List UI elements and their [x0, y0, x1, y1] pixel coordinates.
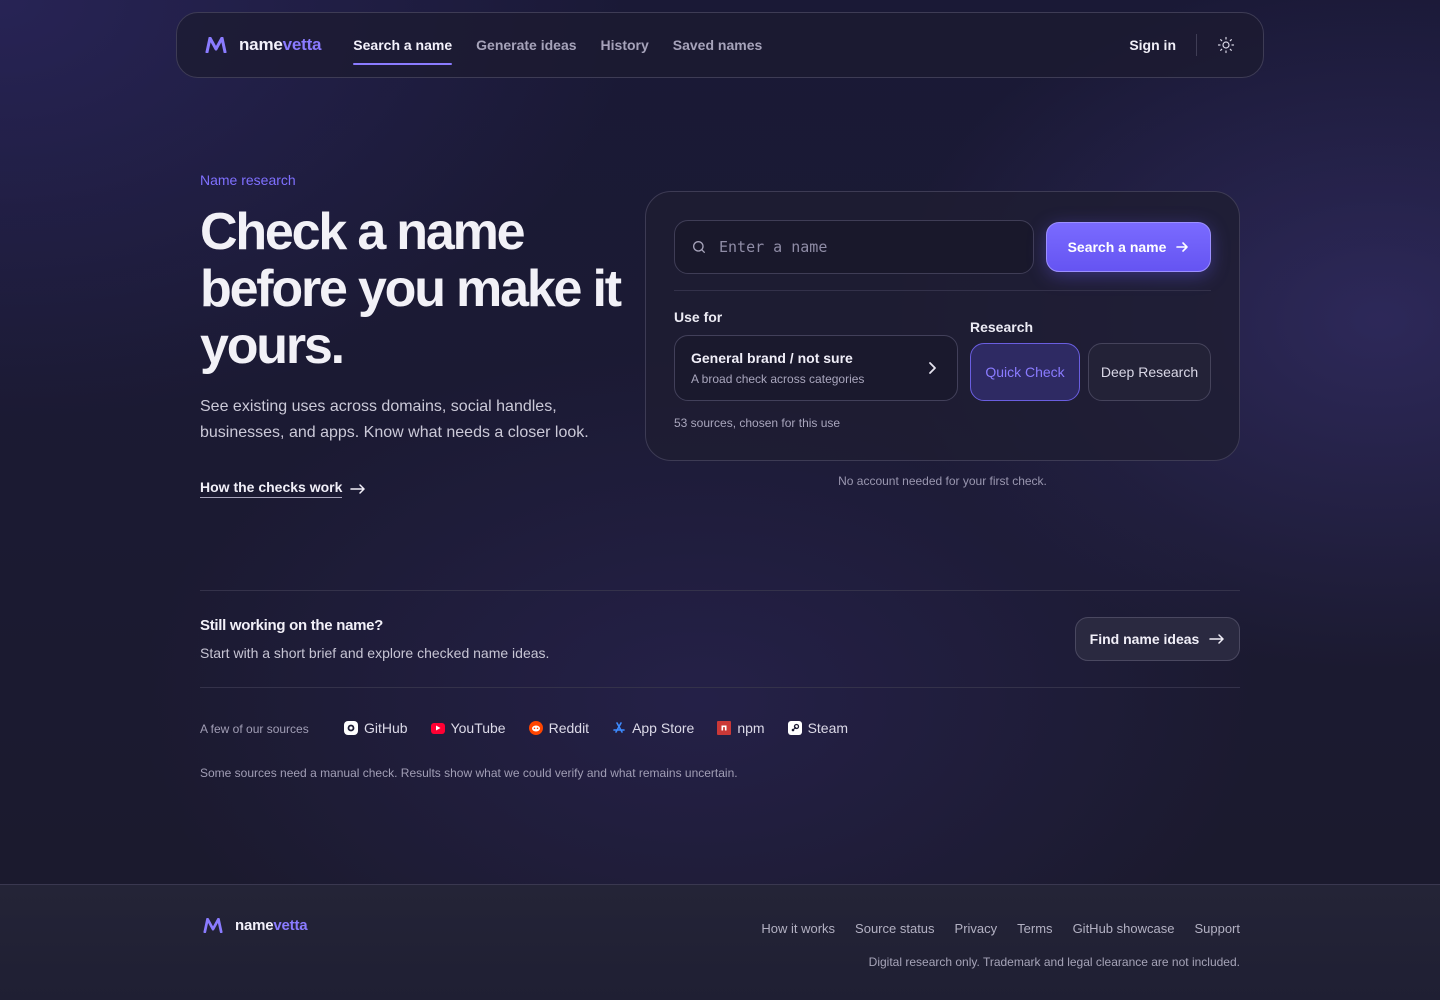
search-icon — [693, 241, 705, 253]
search-placeholder: Enter a name — [719, 238, 828, 256]
nav-actions: Sign in — [1129, 34, 1235, 56]
footer-logo[interactable]: namevetta — [203, 917, 308, 934]
brand-logo[interactable]: namevetta — [205, 35, 321, 55]
footer-nav: How it works Source status Privacy Terms… — [761, 921, 1240, 936]
ideas-title: Still working on the name? — [200, 617, 384, 634]
brand-mark-icon — [203, 918, 223, 933]
top-nav: namevetta Search a name Generate ideas H… — [176, 12, 1264, 78]
source-name: Reddit — [548, 720, 590, 736]
use-for-label: Use for — [674, 309, 723, 325]
find-ideas-label: Find name ideas — [1089, 631, 1200, 647]
steam-icon — [787, 721, 802, 735]
footer-link-privacy[interactable]: Privacy — [955, 921, 998, 936]
sun-icon[interactable] — [1217, 36, 1235, 54]
sources-list: GitHub YouTube Reddit App Store npm Stea… — [344, 720, 871, 736]
nav-generate-ideas[interactable]: Generate ideas — [476, 13, 576, 77]
sources-count-note: 53 sources, chosen for this use — [674, 416, 841, 430]
use-for-description: A broad check across categories — [691, 372, 865, 386]
arrow-right-icon — [350, 483, 366, 494]
quick-check-option[interactable]: Quick Check — [970, 343, 1080, 401]
search-card: Enter a name Search a name Use for Gener… — [645, 191, 1240, 461]
source-reddit: Reddit — [528, 720, 590, 736]
sign-in-link[interactable]: Sign in — [1129, 37, 1196, 53]
no-account-note: No account needed for your first check. — [838, 474, 1047, 488]
nav-search-a-name[interactable]: Search a name — [353, 13, 452, 77]
brand-name: namevetta — [235, 917, 308, 934]
npm-icon — [717, 721, 732, 735]
footer-link-source-status[interactable]: Source status — [855, 921, 935, 936]
page-footer: namevetta How it works Source status Pri… — [0, 884, 1440, 1000]
section-divider — [200, 590, 1240, 591]
footer-disclaimer: Digital research only. Trademark and leg… — [868, 955, 1240, 969]
source-name: GitHub — [364, 720, 408, 736]
name-search-input[interactable]: Enter a name — [674, 220, 1034, 274]
nav-history[interactable]: History — [601, 13, 649, 77]
search-a-name-button[interactable]: Search a name — [1046, 222, 1211, 272]
source-steam: Steam — [787, 720, 849, 736]
youtube-icon — [430, 722, 445, 734]
how-checks-work-link[interactable]: How the checks work — [200, 479, 366, 498]
use-for-value: General brand / not sure — [691, 350, 853, 366]
footer-link-support[interactable]: Support — [1194, 921, 1240, 936]
app-store-icon — [612, 721, 626, 735]
search-button-label: Search a name — [1067, 239, 1167, 255]
main-nav: Search a name Generate ideas History Sav… — [353, 13, 786, 77]
footer-link-terms[interactable]: Terms — [1017, 921, 1052, 936]
source-npm: npm — [717, 720, 765, 736]
source-youtube: YouTube — [430, 720, 506, 736]
deep-research-option[interactable]: Deep Research — [1088, 343, 1211, 401]
source-name: YouTube — [450, 720, 506, 736]
how-checks-work-label: How the checks work — [200, 479, 343, 498]
section-divider — [200, 687, 1240, 688]
nav-divider — [1196, 34, 1197, 56]
source-name: Steam — [807, 720, 849, 736]
reddit-icon — [528, 721, 543, 735]
brand-name: namevetta — [239, 35, 322, 54]
source-app-store: App Store — [612, 720, 694, 736]
brand-mark-icon — [205, 37, 227, 53]
hero-title: Check a name before you make it yours. — [200, 203, 622, 375]
hero-subtitle: See existing uses across domains, social… — [200, 398, 589, 441]
arrow-right-icon — [1209, 634, 1225, 644]
sources-label: A few of our sources — [200, 722, 309, 736]
hero-eyebrow: Name research — [200, 172, 296, 188]
source-name: npm — [737, 720, 765, 736]
use-for-select[interactable]: General brand / not sure A broad check a… — [674, 335, 958, 401]
find-name-ideas-button[interactable]: Find name ideas — [1075, 617, 1240, 661]
card-divider — [674, 290, 1211, 291]
nav-saved-names[interactable]: Saved names — [673, 13, 763, 77]
research-label: Research — [970, 319, 1034, 335]
source-github: GitHub — [344, 720, 408, 736]
source-name: App Store — [632, 720, 695, 736]
arrow-right-icon — [1176, 242, 1189, 252]
ideas-subtitle: Start with a short brief and explore che… — [200, 645, 550, 661]
footer-link-github-showcase[interactable]: GitHub showcase — [1073, 921, 1175, 936]
sources-disclaimer: Some sources need a manual check. Result… — [200, 766, 738, 780]
chevron-right-icon — [929, 362, 936, 374]
github-icon — [344, 721, 358, 735]
footer-link-how-it-works[interactable]: How it works — [761, 921, 835, 936]
